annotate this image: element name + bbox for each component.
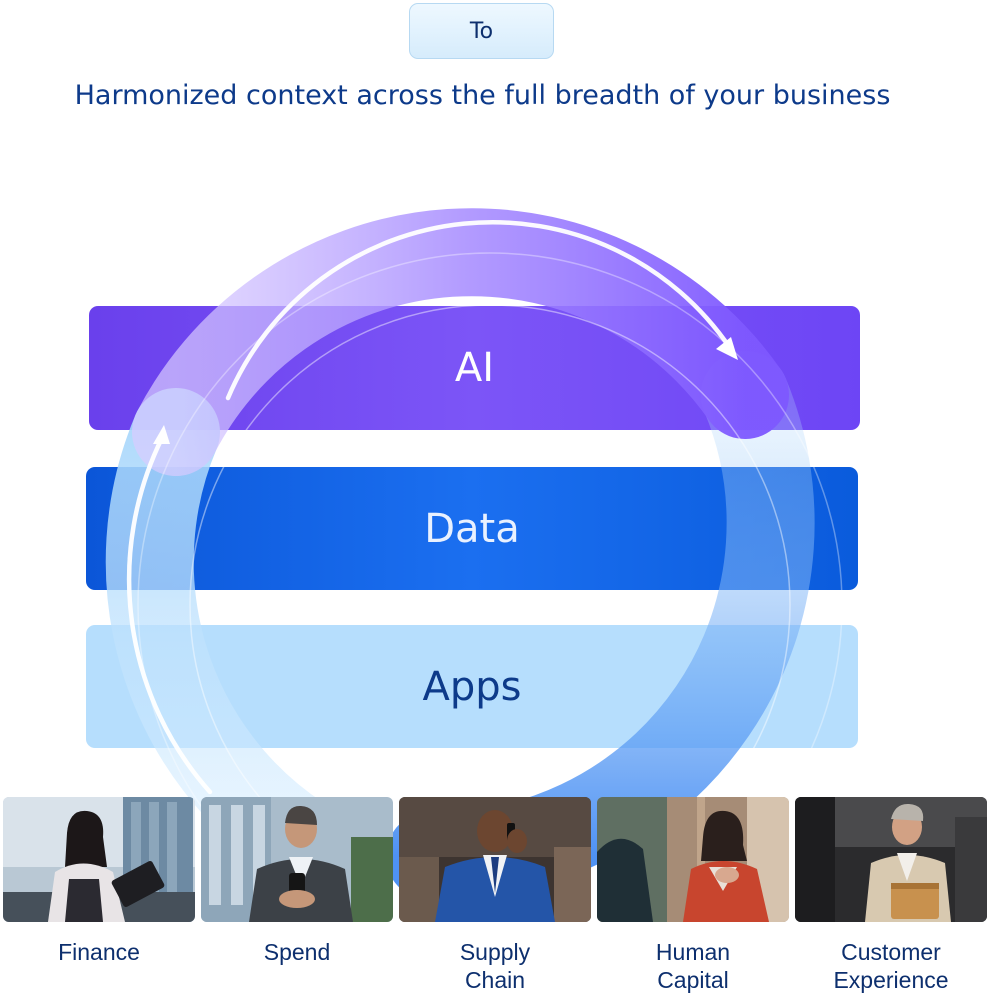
to-pill: To [409, 3, 554, 59]
caption-supply-chain-line-2: Chain [464, 967, 526, 993]
layer-ai: AI [89, 306, 860, 430]
layer-data: Data [86, 467, 858, 590]
to-pill-label: To [469, 18, 494, 44]
person-on-call-icon [399, 797, 591, 922]
layer-ai-label: AI [454, 345, 495, 391]
photo-customer-experience [795, 797, 987, 922]
caption-human-capital-line-1: Human [655, 939, 731, 965]
person-with-tablet-icon [3, 797, 195, 922]
caption-finance-line-1: Finance [58, 939, 140, 965]
caption-spend: Spend [201, 938, 393, 966]
caption-supply-chain-line-1: Supply [459, 939, 531, 965]
headline: Harmonized context across the full bread… [74, 80, 891, 111]
photo-spend [201, 797, 393, 922]
person-with-folder-icon [795, 797, 987, 922]
caption-customer-experience-line-2: Experience [833, 967, 949, 993]
caption-customer-experience: Customer Experience [795, 938, 987, 994]
caption-finance: Finance [3, 938, 195, 966]
caption-customer-experience-line-1: Customer [841, 939, 941, 965]
two-people-talking-icon [597, 797, 789, 922]
photo-finance [3, 797, 195, 922]
photo-supply-chain [399, 797, 591, 922]
caption-spend-line-1: Spend [263, 939, 331, 965]
caption-human-capital: Human Capital [597, 938, 789, 994]
caption-supply-chain: Supply Chain [399, 938, 591, 994]
layer-apps-label: Apps [422, 663, 522, 710]
caption-human-capital-line-2: Capital [657, 967, 729, 993]
layer-data-label: Data [424, 505, 520, 552]
photo-human-capital [597, 797, 789, 922]
person-with-phone-icon [201, 797, 393, 922]
layer-apps: Apps [86, 625, 858, 748]
